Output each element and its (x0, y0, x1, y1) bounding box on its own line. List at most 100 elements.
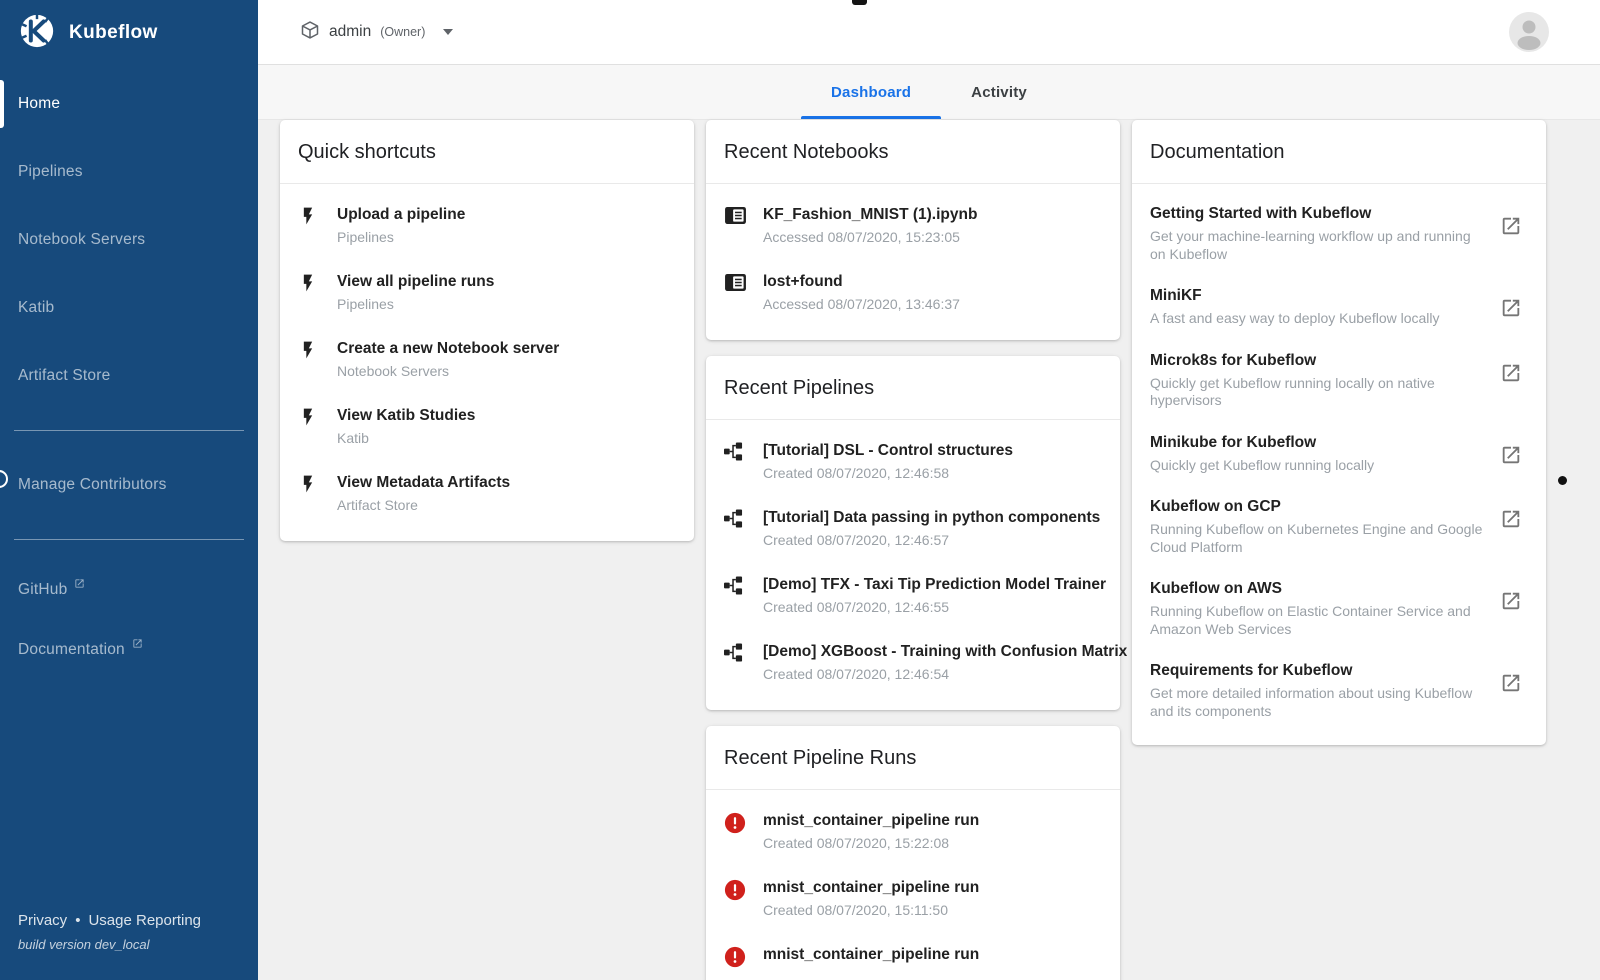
shortcut-subtitle: Artifact Store (337, 497, 418, 513)
clipped-page-title-fragment (852, 0, 867, 5)
documentation-card: Documentation Getting Started with Kubef… (1132, 120, 1546, 745)
open-in-new-icon (1500, 660, 1522, 720)
sidebar-item-artifact-store[interactable]: Artifact Store (0, 342, 258, 410)
open-in-new-icon (1500, 285, 1522, 328)
privacy-link[interactable]: Privacy (18, 912, 67, 929)
namespace-cube-icon (300, 20, 320, 45)
tab-bar: Dashboard Activity (258, 65, 1600, 120)
pipeline-title: [Tutorial] Data passing in python compon… (763, 509, 1101, 526)
shortcut-subtitle: Katib (337, 430, 369, 446)
sidebar-item-label: Notebook Servers (18, 231, 146, 248)
open-in-new-icon (1500, 496, 1522, 556)
doc-desc: Quickly get Kubeflow running locally (1150, 456, 1375, 473)
sidebar-item-home[interactable]: Home (0, 70, 258, 138)
card-title: Recent Notebooks (706, 120, 1120, 184)
doc-desc: Get more detailed information about usin… (1150, 685, 1473, 719)
doc-link-requirements[interactable]: Requirements for Kubeflow Get more detail… (1132, 649, 1546, 731)
doc-title: MiniKF (1150, 287, 1202, 304)
pipeline-title: [Demo] XGBoost - Training with Confusion… (763, 643, 1128, 660)
pipeline-icon (724, 574, 754, 617)
doc-link-microk8s[interactable]: Microk8s for Kubeflow Quickly get Kubeflo… (1132, 339, 1546, 421)
tab-activity[interactable]: Activity (941, 65, 1057, 119)
sidebar-nav: Home Pipelines Notebook Servers Katib Ar… (0, 66, 258, 680)
sidebar-item-label: GitHub (18, 581, 68, 598)
run-meta: Created 08/07/2020, 15:22:08 (763, 835, 950, 851)
pipeline-run-item[interactable]: mnist_container_pipeline run Created 08/0… (706, 798, 1120, 865)
notebook-title: lost+found (763, 273, 843, 290)
pipeline-icon (724, 641, 754, 684)
external-link-icon (74, 576, 85, 594)
sidebar-item-manage-contributors[interactable]: Manage Contributors (0, 451, 258, 519)
doc-link-getting-started[interactable]: Getting Started with Kubeflow Get your ma… (1132, 192, 1546, 274)
shortcut-title: Create a new Notebook server (337, 340, 560, 357)
notebook-title: KF_Fashion_MNIST (1).ipynb (763, 206, 978, 223)
sidebar-item-label: Artifact Store (18, 367, 111, 384)
run-title: mnist_container_pipeline run (763, 812, 980, 829)
pipeline-meta: Created 08/07/2020, 12:46:55 (763, 599, 950, 615)
pipeline-item[interactable]: [Tutorial] Data passing in python compon… (706, 495, 1120, 562)
pipeline-run-item[interactable]: mnist_container_pipeline run (706, 932, 1120, 980)
shortcut-subtitle: Notebook Servers (337, 363, 450, 379)
sidebar-item-label: Katib (18, 299, 55, 316)
sidebar-item-notebook-servers[interactable]: Notebook Servers (0, 206, 258, 274)
shortcut-create-notebook-server[interactable]: Create a new Notebook server Notebook Ser… (280, 326, 694, 393)
pipeline-run-item[interactable]: mnist_container_pipeline run Created 08/0… (706, 865, 1120, 932)
doc-link-minikube[interactable]: Minikube for Kubeflow Quickly get Kubeflo… (1132, 421, 1546, 486)
mouse-cursor (1558, 476, 1567, 485)
doc-title: Microk8s for Kubeflow (1150, 351, 1317, 369)
shortcut-upload-pipeline[interactable]: Upload a pipeline Pipelines (280, 192, 694, 259)
shortcut-view-katib-studies[interactable]: View Katib Studies Katib (280, 393, 694, 460)
namespace-role: (Owner) (380, 25, 426, 39)
sidebar-item-github[interactable]: GitHub (0, 560, 258, 620)
external-link-icon (132, 636, 143, 654)
doc-title: Getting Started with Kubeflow (1150, 205, 1372, 222)
shortcut-view-metadata-artifacts[interactable]: View Metadata Artifacts Artifact Store (280, 460, 694, 527)
pipeline-icon (724, 440, 754, 483)
namespace-selector[interactable]: admin (Owner) (300, 20, 454, 45)
sidebar-item-pipelines[interactable]: Pipelines (0, 138, 258, 206)
shortcut-view-pipeline-runs[interactable]: View all pipeline runs Pipelines (280, 259, 694, 326)
open-in-new-icon (1500, 578, 1522, 638)
tab-dashboard[interactable]: Dashboard (801, 65, 942, 119)
doc-link-aws[interactable]: Kubeflow on AWS Running Kubeflow on Elast… (1132, 567, 1546, 649)
doc-link-gcp[interactable]: Kubeflow on GCP Running Kubeflow on Kuber… (1132, 485, 1546, 567)
pipeline-item[interactable]: [Demo] XGBoost - Training with Confusion… (706, 629, 1127, 696)
sidebar-item-documentation[interactable]: Documentation (0, 620, 258, 680)
recent-pipeline-runs-card: Recent Pipeline Runs mnist_container_pip… (706, 726, 1120, 980)
doc-title: Kubeflow on AWS (1150, 580, 1283, 597)
user-avatar[interactable] (1509, 12, 1549, 52)
recent-notebooks-card: Recent Notebooks KF_Fashion_MNIST (1).ip… (706, 120, 1120, 340)
bolt-icon (298, 405, 328, 448)
kubeflow-dashboard: Kubeflow Home Pipelines Notebook Servers… (0, 0, 1600, 980)
bolt-icon (298, 204, 328, 247)
shortcut-title: View all pipeline runs (337, 273, 495, 290)
shortcut-subtitle: Pipelines (337, 229, 394, 245)
notebook-item[interactable]: KF_Fashion_MNIST (1).ipynb Accessed 08/07… (706, 192, 1120, 259)
pipeline-meta: Created 08/07/2020, 12:46:54 (763, 666, 950, 682)
pipeline-meta: Created 08/07/2020, 12:46:58 (763, 465, 950, 481)
shortcut-subtitle: Pipelines (337, 296, 394, 312)
error-icon (724, 810, 754, 853)
sidebar: Kubeflow Home Pipelines Notebook Servers… (0, 0, 258, 980)
run-title: mnist_container_pipeline run (763, 946, 980, 963)
pipeline-title: [Demo] TFX - Taxi Tip Prediction Model T… (763, 576, 1107, 593)
doc-desc: Get your machine-learning workflow up an… (1150, 228, 1471, 262)
shortcut-title: View Katib Studies (337, 407, 476, 424)
bolt-icon (298, 472, 328, 515)
sidebar-item-label: Manage Contributors (18, 476, 167, 493)
bolt-icon (298, 338, 328, 381)
card-title: Documentation (1132, 120, 1546, 184)
shortcut-title: View Metadata Artifacts (337, 474, 511, 491)
sidebar-footer: Privacy • Usage Reporting build version … (18, 912, 244, 952)
pipeline-item[interactable]: [Demo] TFX - Taxi Tip Prediction Model T… (706, 562, 1120, 629)
sidebar-item-label: Home (18, 95, 61, 112)
doc-link-minikf[interactable]: MiniKF A fast and easy way to deploy Kube… (1132, 274, 1546, 339)
bolt-icon (298, 271, 328, 314)
brand-header[interactable]: Kubeflow (0, 0, 258, 66)
usage-reporting-link[interactable]: Usage Reporting (88, 912, 201, 929)
sidebar-item-katib[interactable]: Katib (0, 274, 258, 342)
notebook-item[interactable]: lost+found Accessed 08/07/2020, 13:46:37 (706, 259, 1120, 326)
namespace-name: admin (329, 23, 372, 40)
pipeline-item[interactable]: [Tutorial] DSL - Control structures Creat… (706, 428, 1120, 495)
doc-title: Requirements for Kubeflow (1150, 662, 1353, 679)
